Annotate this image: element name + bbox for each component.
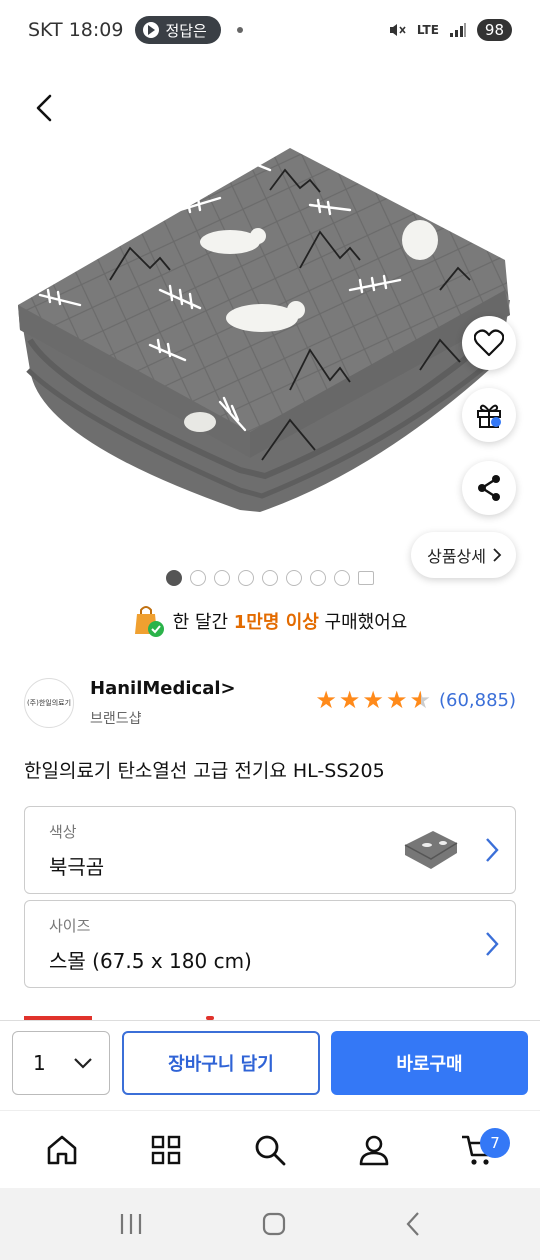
- notification-pill: 정답은: [135, 16, 221, 44]
- star-icon: ★: [362, 686, 384, 714]
- network-label: LTE: [416, 23, 439, 37]
- bottom-nav: 7: [0, 1110, 540, 1188]
- status-bar: SKT 18:09 정답은 LTE 98: [0, 0, 540, 60]
- option-thumbnail: [404, 831, 458, 869]
- purchase-banner-text: 한 달간 1만명 이상 구매했어요: [172, 612, 408, 633]
- share-button[interactable]: [462, 461, 516, 515]
- notification-dot: [236, 27, 243, 33]
- pagination-dot[interactable]: [286, 570, 302, 586]
- product-image[interactable]: [0, 140, 540, 560]
- buy-now-button[interactable]: 바로구매: [331, 1031, 528, 1095]
- pagination-dot[interactable]: [238, 570, 254, 586]
- gift-icon: [477, 404, 501, 428]
- chevron-right-icon: [493, 548, 502, 562]
- option-label: 색상: [49, 823, 77, 841]
- nav-cart[interactable]: 7: [448, 1120, 510, 1180]
- shopping-bag-check-icon: [134, 606, 164, 637]
- pagination-dot[interactable]: [334, 570, 350, 586]
- brand-row: (주)한일의료기 HanilMedical> 브랜드샵 ★ ★ ★ ★ ★ (6…: [24, 674, 516, 734]
- battery-badge: 98: [476, 19, 512, 41]
- grid-icon: [151, 1135, 181, 1164]
- quantity-dropdown[interactable]: 1: [12, 1031, 110, 1095]
- star-icon: ★: [315, 686, 337, 714]
- share-icon: [478, 475, 500, 501]
- chevron-left-icon: [36, 94, 52, 122]
- chevron-down-icon: [74, 1058, 92, 1069]
- pagination-dot[interactable]: [214, 570, 230, 586]
- wishlist-button[interactable]: [462, 316, 516, 370]
- pagination-dot[interactable]: [166, 570, 182, 586]
- nav-home[interactable]: [32, 1120, 92, 1180]
- image-pagination: [166, 570, 374, 586]
- nav-search[interactable]: [240, 1120, 300, 1180]
- cart-count-badge: 7: [480, 1127, 510, 1158]
- nav-my-page[interactable]: [344, 1120, 404, 1180]
- option-label: 사이즈: [49, 917, 91, 935]
- chevron-right-icon: [486, 838, 499, 862]
- status-carrier-time: SKT 18:09: [28, 19, 124, 41]
- product-title: 한일의료기 탄소열선 고급 전기요 HL-SS205: [24, 760, 385, 782]
- signal-icon: [449, 23, 466, 37]
- home-button-icon[interactable]: [261, 1211, 287, 1237]
- review-count[interactable]: (60,885): [439, 690, 516, 711]
- status-indicators: LTE 98: [387, 19, 512, 41]
- user-icon: [359, 1135, 389, 1165]
- recent-apps-icon[interactable]: [118, 1212, 144, 1236]
- purchase-count-banner: 한 달간 1만명 이상 구매했어요: [0, 604, 540, 638]
- back-nav-icon[interactable]: [404, 1211, 422, 1237]
- back-button[interactable]: [26, 88, 62, 128]
- brand-subtitle: 브랜드샵: [90, 711, 142, 727]
- option-value: 스몰 (67.5 x 180 cm): [49, 949, 252, 973]
- gift-button[interactable]: [462, 388, 516, 442]
- star-icon: ★: [338, 686, 361, 714]
- brand-name-link[interactable]: HanilMedical>: [90, 678, 236, 699]
- nav-categories[interactable]: [136, 1120, 196, 1180]
- rating[interactable]: ★ ★ ★ ★ ★ (60,885): [315, 688, 516, 712]
- half-star-icon: ★: [409, 686, 431, 714]
- chevron-right-icon: [486, 932, 499, 956]
- pagination-dot[interactable]: [190, 570, 206, 586]
- color-option-selector[interactable]: 색상 북극곰: [24, 806, 516, 894]
- heart-icon: [474, 329, 504, 357]
- system-nav-bar: [0, 1188, 540, 1260]
- play-icon: [143, 22, 160, 38]
- product-detail-button[interactable]: 상품상세: [411, 532, 516, 578]
- size-option-selector[interactable]: 사이즈 스몰 (67.5 x 180 cm): [24, 900, 516, 988]
- mute-icon: [389, 24, 406, 36]
- brand-logo[interactable]: (주)한일의료기: [24, 678, 74, 728]
- add-to-cart-button[interactable]: 장바구니 담기: [122, 1031, 320, 1095]
- notification-pill-label: 정답은: [165, 21, 207, 40]
- purchase-bar: 1 장바구니 담기 바로구매: [0, 1020, 540, 1110]
- star-icon: ★: [385, 686, 408, 714]
- pagination-dot[interactable]: [310, 570, 326, 586]
- pagination-dot[interactable]: [262, 570, 278, 586]
- home-icon: [47, 1135, 77, 1164]
- option-value: 북극곰: [49, 855, 105, 879]
- search-icon: [255, 1135, 286, 1165]
- gallery-more-icon[interactable]: [358, 571, 374, 585]
- product-detail-label: 상품상세: [427, 547, 486, 566]
- quantity-value: 1: [33, 1051, 46, 1075]
